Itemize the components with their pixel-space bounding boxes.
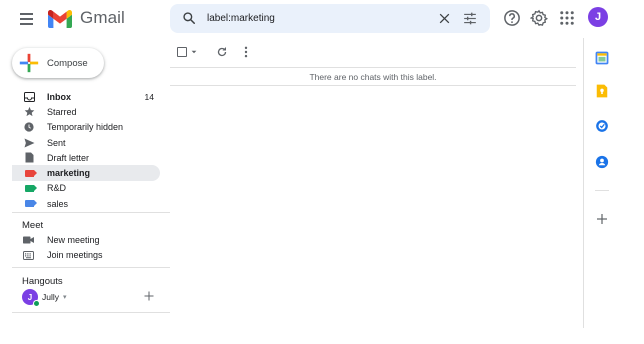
hangouts-avatar: J [22, 289, 40, 307]
rail-divider [595, 190, 609, 191]
side-panel-rail [583, 38, 644, 344]
sidebar-divider [12, 267, 170, 268]
search-icon[interactable] [182, 11, 196, 25]
chevron-down-icon[interactable]: ▾ [63, 293, 67, 301]
label-tag-icon [24, 169, 37, 177]
gmail-m-icon [48, 9, 72, 28]
inbox-icon [23, 91, 35, 102]
refresh-icon[interactable] [216, 46, 228, 58]
join-meetings-button[interactable]: Join meetings [22, 248, 103, 262]
calendar-icon[interactable] [595, 51, 609, 65]
chevron-down-icon[interactable] [191, 49, 197, 55]
sidebar-item-inbox[interactable]: Inbox 14 [12, 89, 160, 104]
help-icon[interactable] [503, 9, 521, 27]
sidebar-item-starred[interactable]: Starred [12, 104, 160, 119]
search-bar [170, 4, 490, 33]
clock-icon [24, 122, 34, 132]
sidebar-item-label: marketing [47, 168, 91, 179]
hangouts-user[interactable]: J Jully ▾ [22, 289, 67, 307]
sidebar-item-label: Inbox [47, 91, 71, 102]
hangouts-section-title: Hangouts [22, 276, 63, 287]
unread-count: 14 [144, 91, 154, 102]
search-input[interactable] [207, 10, 407, 27]
label-tag-icon [24, 184, 37, 192]
account-avatar[interactable]: J [588, 7, 608, 27]
meet-section-title: Meet [22, 220, 44, 231]
sidebar-item-label: R&D [47, 183, 67, 194]
keyboard-icon [22, 250, 34, 260]
label-tag-icon [24, 200, 37, 208]
compose-plus-icon [19, 53, 39, 73]
sidebar-divider [12, 312, 170, 313]
video-camera-icon [22, 236, 34, 244]
empty-state-message: There are no chats with this label. [309, 72, 437, 82]
settings-gear-icon[interactable] [530, 9, 548, 27]
sidebar-item-draft-letter[interactable]: Draft letter [12, 150, 160, 165]
content-divider [170, 85, 576, 86]
sidebar-item-sales[interactable]: sales [12, 196, 160, 211]
new-conversation-plus-icon[interactable] [143, 290, 155, 302]
toolbar-divider [170, 67, 576, 68]
apps-grid-icon[interactable] [558, 9, 576, 27]
new-meeting-button[interactable]: New meeting [22, 233, 100, 247]
meet-item-label: New meeting [47, 235, 100, 245]
star-icon [24, 107, 34, 117]
select-all-checkbox[interactable] [177, 47, 187, 57]
contacts-icon[interactable] [595, 155, 609, 169]
top-bar: Gmail J [0, 0, 644, 38]
compose-label: Compose [47, 57, 88, 69]
compose-button[interactable]: Compose [12, 48, 104, 78]
app-name: Gmail [80, 8, 125, 27]
close-icon[interactable] [438, 12, 451, 25]
meet-item-label: Join meetings [47, 250, 103, 260]
sidebar-nav: Inbox 14 Starred Temporarily hidden Sent… [12, 89, 160, 211]
sidebar-divider [12, 212, 170, 213]
get-addons-plus-icon[interactable] [596, 213, 608, 225]
more-vert-icon[interactable] [242, 46, 250, 58]
sidebar-item-label: Starred [47, 106, 77, 117]
main-menu-button[interactable] [19, 9, 39, 29]
tasks-icon[interactable] [595, 119, 609, 133]
sidebar-item-label: Draft letter [47, 152, 90, 163]
gmail-logo[interactable]: Gmail [48, 8, 125, 28]
hangouts-user-name: Jully [42, 292, 60, 302]
sidebar-item-label: sales [47, 198, 69, 209]
sidebar-item-rnd[interactable]: R&D [12, 181, 160, 196]
sidebar-item-marketing[interactable]: marketing [12, 165, 160, 181]
online-status-dot [33, 300, 40, 307]
search-options-icon[interactable] [463, 12, 477, 25]
sidebar-item-sent[interactable]: Sent [12, 135, 160, 150]
sidebar-item-temporarily-hidden[interactable]: Temporarily hidden [12, 120, 160, 135]
sidebar-item-label: Temporarily hidden [47, 122, 124, 133]
rail-separator [583, 38, 584, 328]
avatar-initial: J [27, 292, 33, 302]
draft-file-icon [25, 152, 33, 163]
keep-notes-icon[interactable] [595, 84, 609, 98]
sidebar-item-label: Sent [47, 137, 66, 148]
send-icon [24, 137, 34, 148]
